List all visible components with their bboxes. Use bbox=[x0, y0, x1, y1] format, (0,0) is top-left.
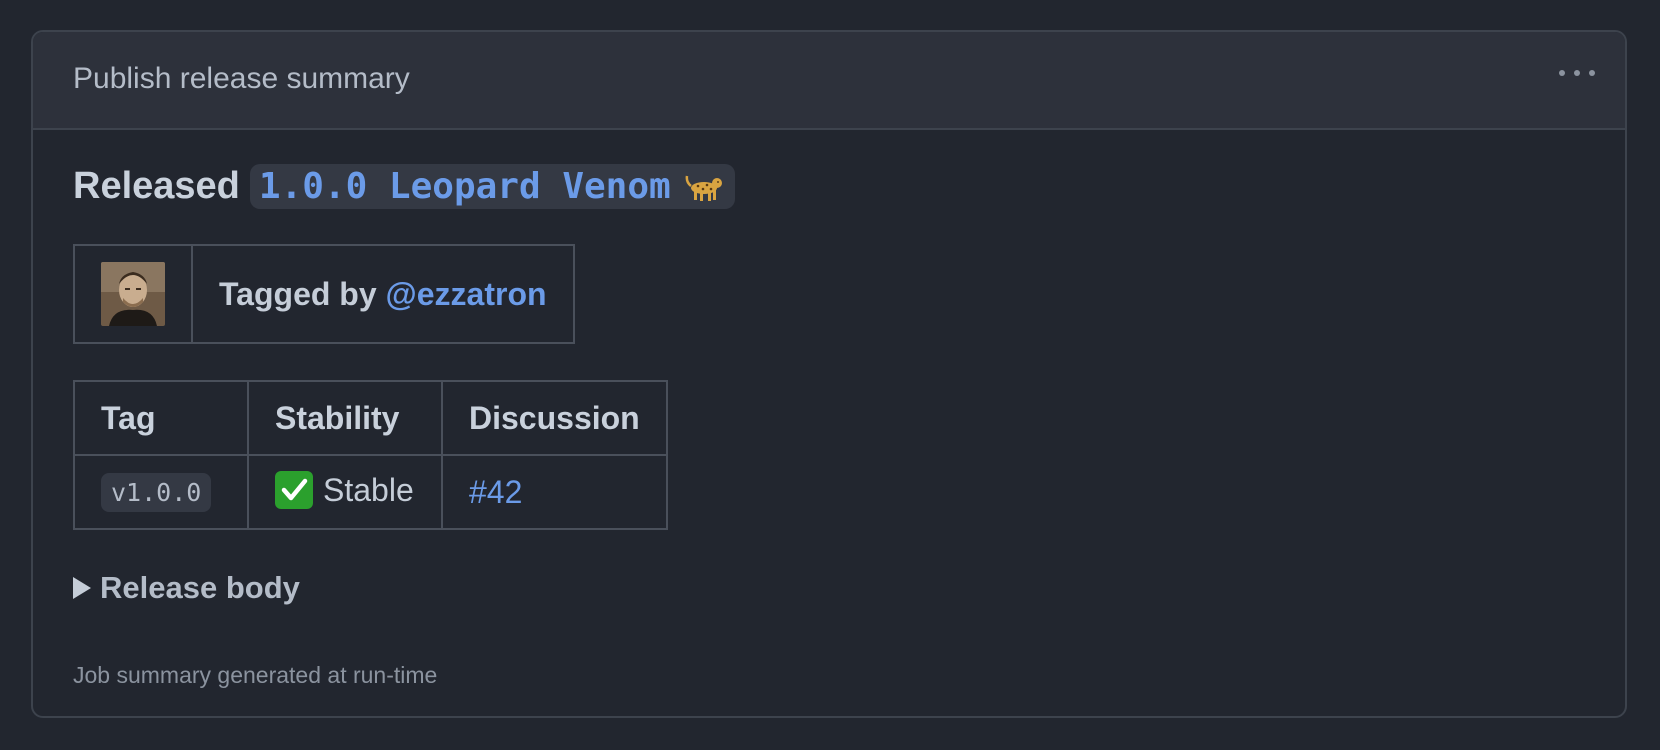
tagger-table: Tagged by @ezzatron bbox=[73, 244, 575, 344]
avatar[interactable] bbox=[101, 262, 165, 326]
header-tag: Tag bbox=[73, 380, 249, 456]
tagged-by-cell: Tagged by @ezzatron bbox=[191, 244, 575, 344]
tag-cell: v1.0.0 bbox=[73, 454, 249, 530]
table-header-row: Tag Stability Discussion bbox=[73, 380, 668, 456]
release-info-table: Tag Stability Discussion v1.0.0 Stable #… bbox=[73, 380, 668, 530]
tagger-row: Tagged by @ezzatron bbox=[73, 244, 575, 344]
kebab-dot bbox=[1574, 70, 1580, 76]
tagged-by-label: Tagged by bbox=[219, 275, 377, 312]
disclosure-triangle-icon bbox=[73, 577, 91, 599]
discussion-link[interactable]: #42 bbox=[469, 474, 522, 510]
discussion-cell: #42 bbox=[441, 454, 668, 530]
release-body-toggle[interactable]: Release body bbox=[73, 570, 300, 606]
version-tag: v1.0.0 bbox=[101, 473, 212, 512]
check-mark-icon bbox=[275, 470, 313, 509]
stability-cell: Stable bbox=[247, 454, 443, 530]
card-title: Publish release summary bbox=[73, 62, 410, 95]
footer-note: Job summary generated at run-time bbox=[73, 662, 438, 688]
release-name-code: 1.0.0 Leopard Venom bbox=[249, 164, 735, 209]
release-body-label: Release body bbox=[100, 570, 300, 605]
leopard-icon bbox=[685, 175, 722, 201]
kebab-dot bbox=[1559, 70, 1565, 76]
release-name: 1.0.0 Leopard Venom bbox=[258, 166, 671, 207]
card-header: Publish release summary bbox=[33, 32, 1625, 130]
headline-prefix: Released bbox=[73, 165, 240, 207]
avatar-cell bbox=[73, 244, 193, 344]
job-summary-card: Publish release summary Released 1.0.0 L… bbox=[31, 30, 1627, 718]
stability-value: Stable bbox=[323, 472, 414, 509]
kebab-dot bbox=[1589, 70, 1595, 76]
tagger-username-link[interactable]: @ezzatron bbox=[386, 276, 547, 312]
table-row: v1.0.0 Stable #42 bbox=[73, 454, 668, 530]
kebab-menu-icon[interactable] bbox=[1559, 66, 1595, 80]
header-discussion: Discussion bbox=[441, 380, 668, 456]
release-headline: Released 1.0.0 Leopard Venom bbox=[73, 164, 735, 209]
header-stability: Stability bbox=[247, 380, 443, 456]
